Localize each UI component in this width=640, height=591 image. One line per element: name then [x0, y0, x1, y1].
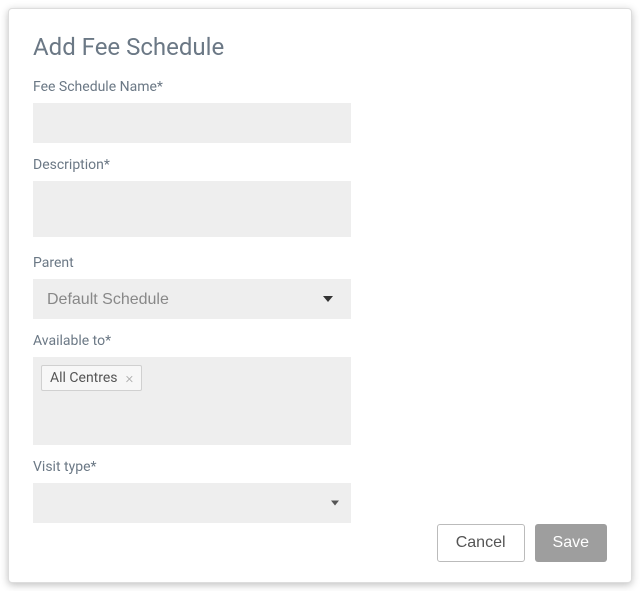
description-input[interactable] — [33, 181, 351, 237]
description-label: Description* — [33, 157, 351, 173]
fee-schedule-name-label: Fee Schedule Name* — [33, 79, 351, 95]
add-fee-schedule-dialog: Add Fee Schedule Fee Schedule Name* Desc… — [8, 8, 632, 583]
dialog-title: Add Fee Schedule — [33, 33, 607, 61]
available-to-input[interactable]: All Centres × — [33, 357, 351, 445]
parent-select[interactable]: Default Schedule — [33, 279, 351, 319]
button-row: Cancel Save — [437, 524, 607, 562]
tag-label: All Centres — [50, 370, 118, 386]
available-to-label: Available to* — [33, 333, 351, 349]
visit-type-select-wrap — [33, 483, 351, 523]
close-icon[interactable]: × — [126, 371, 134, 386]
tag-chip-all-centres: All Centres × — [41, 365, 142, 391]
visit-type-select[interactable] — [33, 483, 351, 523]
parent-label: Parent — [33, 255, 351, 271]
cancel-button[interactable]: Cancel — [437, 524, 525, 562]
save-button[interactable]: Save — [535, 524, 607, 562]
visit-type-label: Visit type* — [33, 459, 351, 475]
parent-select-wrap: Default Schedule — [33, 279, 351, 319]
form-area: Fee Schedule Name* Description* Parent D… — [33, 79, 351, 523]
fee-schedule-name-input[interactable] — [33, 103, 351, 143]
